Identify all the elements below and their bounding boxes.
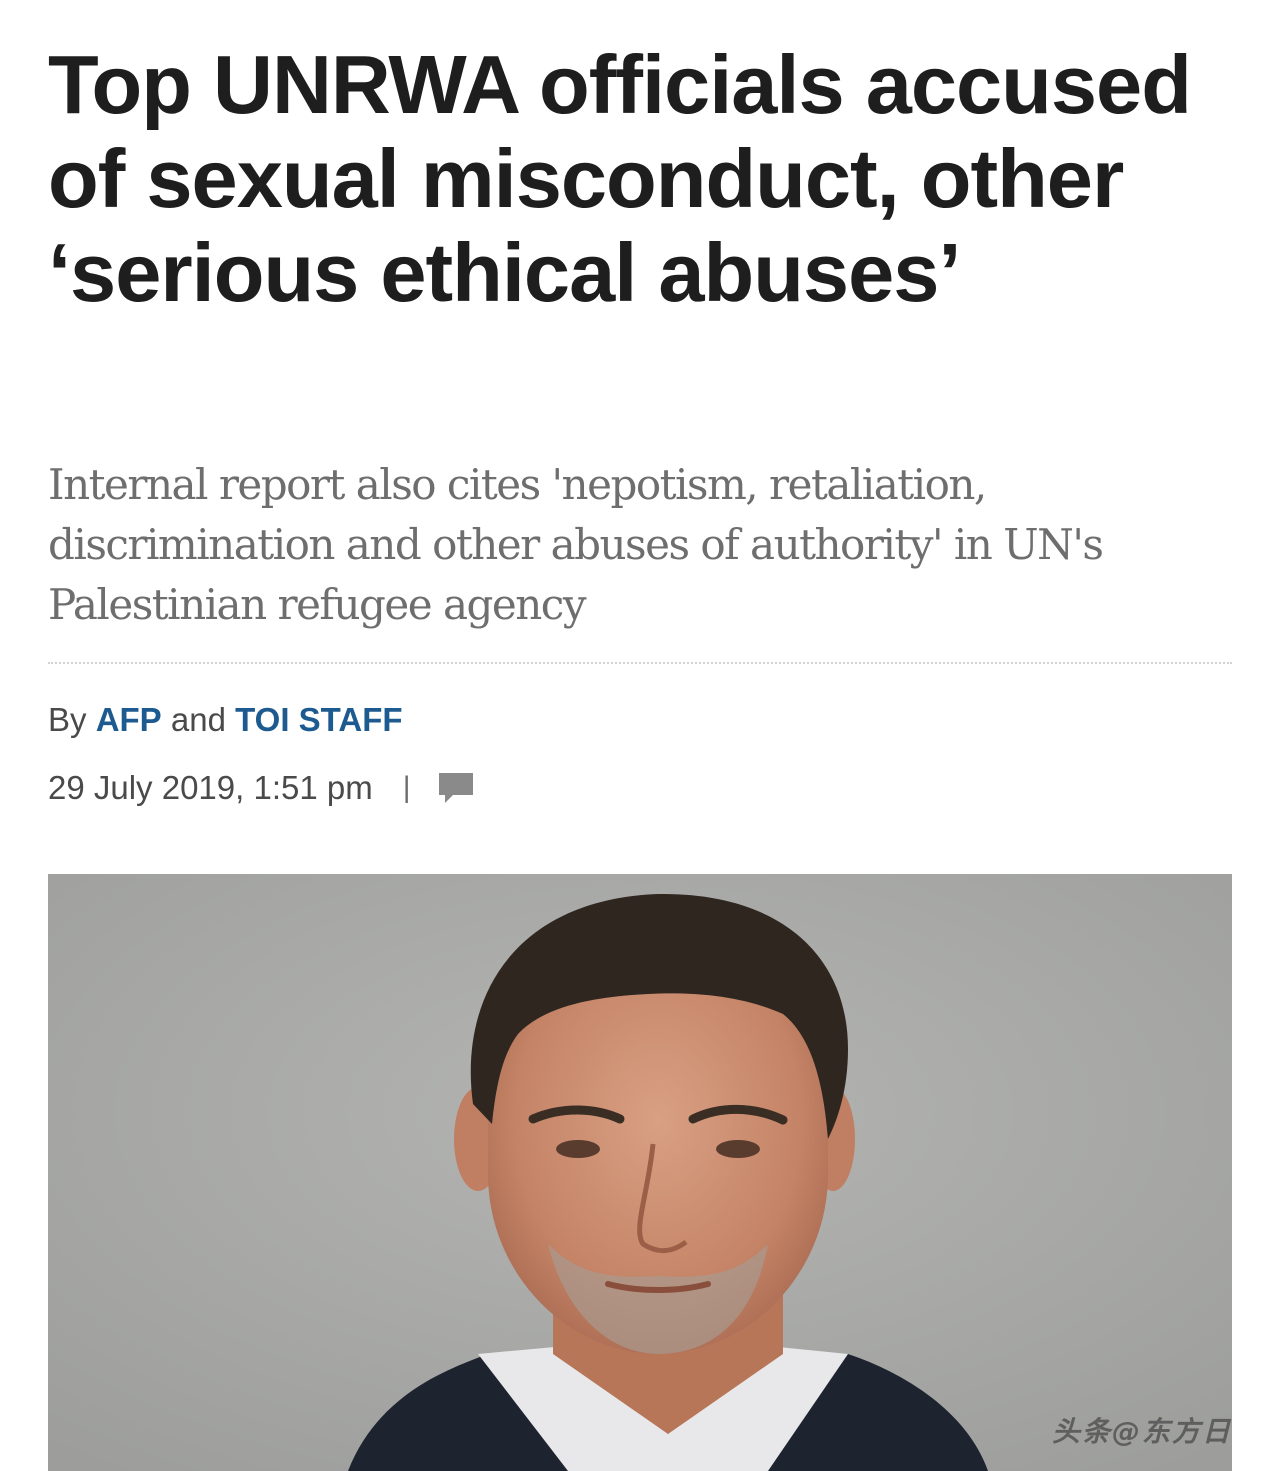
meta-separator: | (402, 771, 411, 804)
article-lead-photo (48, 874, 1232, 1471)
article-subtitle: Internal report also cites 'nepotism, re… (48, 460, 1104, 629)
article-meta: 29 July 2019, 1:51 pm | (48, 766, 475, 810)
byline-joiner: and (170, 701, 226, 738)
comment-bubble-icon[interactable] (437, 771, 475, 805)
article-headline: Top UNRWA officials accused of sexual mi… (48, 38, 1192, 319)
dotted-divider (48, 662, 1232, 664)
author-link-toi-staff[interactable]: TOI STAFF (235, 701, 402, 738)
byline: By AFP and TOI STAFF (48, 698, 403, 742)
byline-prefix: By (48, 701, 87, 738)
publish-timestamp: 29 July 2019, 1:51 pm (48, 769, 373, 806)
author-link-afp[interactable]: AFP (96, 701, 162, 738)
platform-watermark: 头条@东方日 (1051, 1415, 1232, 1448)
